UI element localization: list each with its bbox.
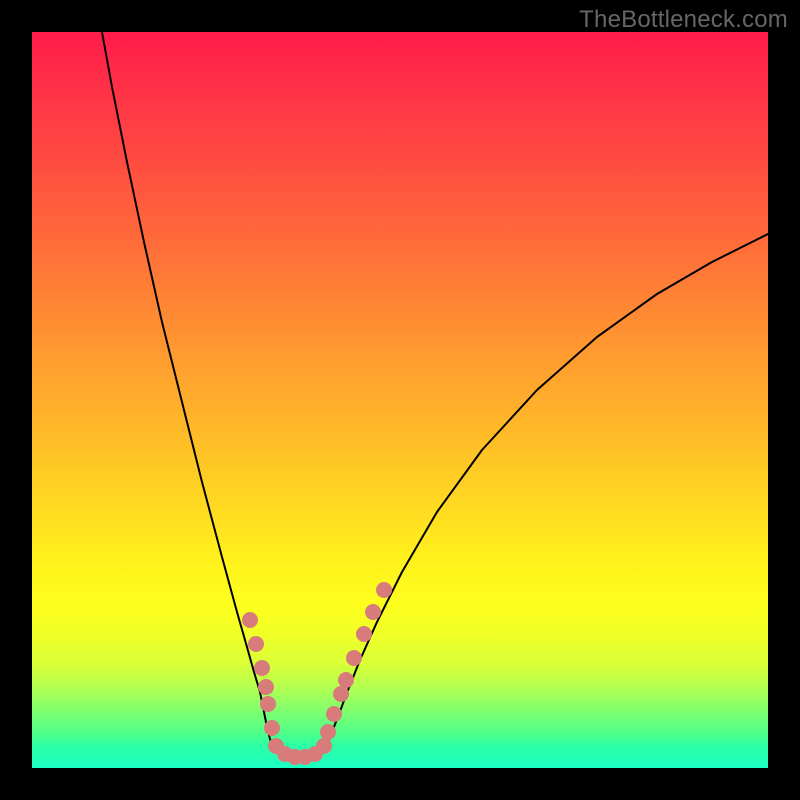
outer-frame: TheBottleneck.com <box>0 0 800 800</box>
data-marker <box>258 679 274 695</box>
data-marker <box>376 582 392 598</box>
data-marker <box>365 604 381 620</box>
marker-layer <box>242 582 392 765</box>
plot-area <box>32 32 768 768</box>
data-marker <box>254 660 270 676</box>
data-marker <box>264 720 280 736</box>
data-marker <box>338 672 354 688</box>
data-marker <box>346 650 362 666</box>
bottleneck-curve <box>102 32 768 758</box>
data-marker <box>260 696 276 712</box>
data-marker <box>316 738 332 754</box>
data-marker <box>356 626 372 642</box>
chart-svg <box>32 32 768 768</box>
data-marker <box>326 706 342 722</box>
data-marker <box>248 636 264 652</box>
data-marker <box>320 724 336 740</box>
data-marker <box>333 686 349 702</box>
watermark-text: TheBottleneck.com <box>579 6 788 34</box>
curve-layer <box>102 32 768 758</box>
data-marker <box>242 612 258 628</box>
